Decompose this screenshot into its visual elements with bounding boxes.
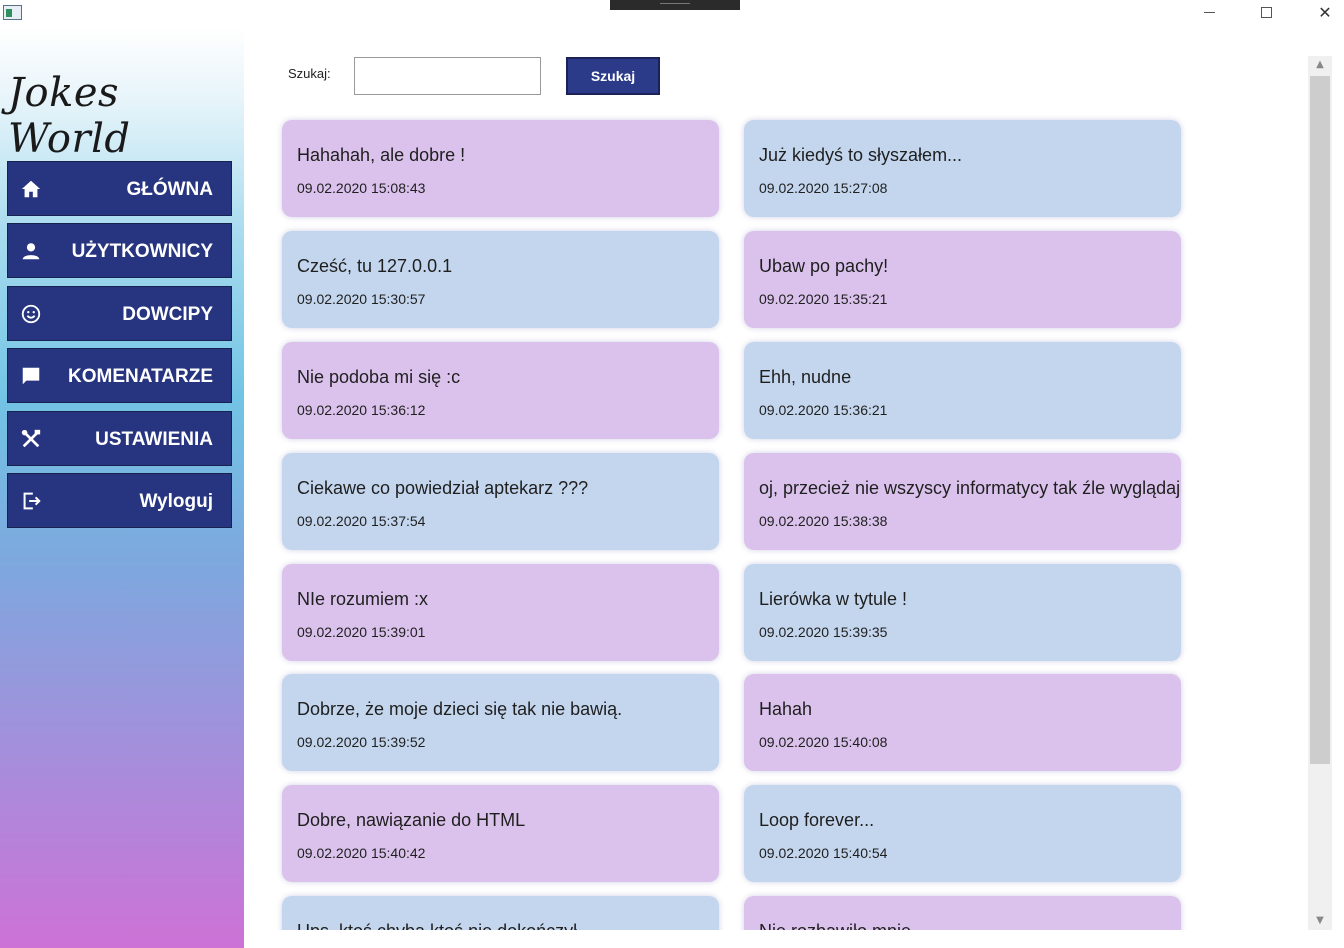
comment-card[interactable]: Cześć, tu 127.0.0.1 09.02.2020 15:30:57 xyxy=(282,231,719,328)
nav-item-komentarze[interactable]: KOMENATARZE xyxy=(7,348,232,403)
comment-text: Ciekawe co powiedział aptekarz ??? xyxy=(297,478,589,498)
comment-card[interactable]: Ciekawe co powiedział aptekarz ??? 09.02… xyxy=(282,453,719,550)
comment-date: 09.02.2020 15:39:35 xyxy=(759,624,888,640)
comment-date: 09.02.2020 15:08:43 xyxy=(297,180,426,196)
title-bar: ✕ xyxy=(0,0,1344,28)
minimize-icon xyxy=(1204,12,1215,13)
nav-item-uzytkownicy[interactable]: UŻYTKOWNICY xyxy=(7,223,232,278)
nav-label: KOMENATARZE xyxy=(68,366,213,387)
comment-card[interactable]: Nie rozbawiło mnie xyxy=(744,896,1181,930)
maximize-button[interactable] xyxy=(1244,0,1290,28)
nav-item-dowcipy[interactable]: DOWCIPY xyxy=(7,286,232,341)
comment-date: 09.02.2020 15:37:54 xyxy=(297,513,426,529)
home-icon xyxy=(21,180,41,198)
scroll-thumb[interactable] xyxy=(1310,76,1330,764)
comment-card[interactable]: Hahah 09.02.2020 15:40:08 xyxy=(744,674,1181,771)
smiley-icon xyxy=(21,304,41,324)
nav-item-wyloguj[interactable]: Wyloguj xyxy=(7,473,232,528)
comment-text: Hahah xyxy=(759,699,813,719)
comment-date: 09.02.2020 15:40:08 xyxy=(759,734,888,750)
comment-card[interactable]: Ubaw po pachy! 09.02.2020 15:35:21 xyxy=(744,231,1181,328)
comment-card[interactable]: Lierówka w tytule ! 09.02.2020 15:39:35 xyxy=(744,564,1181,661)
comment-card[interactable]: Nie podoba mi się :c 09.02.2020 15:36:12 xyxy=(282,342,719,439)
comment-text: NIe rozumiem :x xyxy=(297,589,429,609)
scroll-down-icon[interactable]: ▼ xyxy=(1308,912,1332,930)
nav-label: USTAWIENIA xyxy=(95,429,213,450)
comment-text: Lierówka w tytule ! xyxy=(759,589,908,609)
comment-text: Już kiedyś to słyszałem... xyxy=(759,145,963,165)
comment-text: Hahahah, ale dobre ! xyxy=(297,145,466,165)
search-label: Szukaj: xyxy=(288,66,331,81)
comment-date: 09.02.2020 15:38:38 xyxy=(759,513,888,529)
search-button[interactable]: Szukaj xyxy=(566,57,660,95)
comment-text: Dobre, nawiązanie do HTML xyxy=(297,810,526,830)
comment-text: Loop forever... xyxy=(759,810,875,830)
scroll-up-icon[interactable]: ▲ xyxy=(1308,56,1332,74)
comment-text: Nie podoba mi się :c xyxy=(297,367,461,387)
nav-label: DOWCIPY xyxy=(122,304,213,325)
comment-text: Dobrze, że moje dzieci się tak nie bawią… xyxy=(297,699,623,719)
comment-text: Ehh, nudne xyxy=(759,367,852,387)
comment-card[interactable]: Dobre, nawiązanie do HTML 09.02.2020 15:… xyxy=(282,785,719,882)
comment-text: oj, przecież nie wszyscy informatycy tak… xyxy=(759,478,1181,498)
nav-label: Wyloguj xyxy=(139,491,213,512)
comment-card[interactable]: Loop forever... 09.02.2020 15:40:54 xyxy=(744,785,1181,882)
comment-text: Ubaw po pachy! xyxy=(759,256,889,276)
comment-card[interactable]: Dobrze, że moje dzieci się tak nie bawią… xyxy=(282,674,719,771)
nav-label: UŻYTKOWNICY xyxy=(71,241,213,262)
comment-date: 09.02.2020 15:36:21 xyxy=(759,402,888,418)
comment-card[interactable]: Ehh, nudne 09.02.2020 15:36:21 xyxy=(744,342,1181,439)
nav-item-ustawienia[interactable]: USTAWIENIA xyxy=(7,411,232,466)
maximize-icon xyxy=(1261,7,1272,18)
comment-date: 09.02.2020 15:40:54 xyxy=(759,845,888,861)
nav-item-glowna[interactable]: GŁÓWNA xyxy=(7,161,232,216)
comments-list: Hahahah, ale dobre ! 09.02.2020 15:08:43… xyxy=(244,100,1308,930)
comment-card[interactable]: NIe rozumiem :x 09.02.2020 15:39:01 xyxy=(282,564,719,661)
comment-date: 09.02.2020 15:39:52 xyxy=(297,734,426,750)
comment-date: 09.02.2020 15:40:42 xyxy=(297,845,426,861)
tools-icon xyxy=(21,429,41,448)
comment-date: 09.02.2020 15:30:57 xyxy=(297,291,426,307)
close-button[interactable]: ✕ xyxy=(1302,0,1344,28)
search-input[interactable] xyxy=(354,57,541,95)
comment-date: 09.02.2020 15:36:12 xyxy=(297,402,426,418)
comment-text: Ups, ktoś chyba ktoś nie dokończył xyxy=(297,921,577,930)
user-icon xyxy=(22,243,40,260)
comment-card[interactable]: Już kiedyś to słyszałem... 09.02.2020 15… xyxy=(744,120,1181,217)
comment-text: Cześć, tu 127.0.0.1 xyxy=(297,256,453,276)
sidebar: Jokes World GŁÓWNA UŻYTKOWNICY DOWCIPY K… xyxy=(0,28,244,948)
comment-icon xyxy=(22,367,40,385)
comment-card[interactable]: Hahahah, ale dobre ! 09.02.2020 15:08:43 xyxy=(282,120,719,217)
comment-date: 09.02.2020 15:27:08 xyxy=(759,180,888,196)
minimize-button[interactable] xyxy=(1186,0,1232,28)
comment-card[interactable]: oj, przecież nie wszyscy informatycy tak… xyxy=(744,453,1181,550)
comment-date: 09.02.2020 15:39:01 xyxy=(297,624,426,640)
vertical-scrollbar[interactable]: ▲ ▼ xyxy=(1308,56,1332,930)
logout-icon xyxy=(23,492,41,510)
close-icon: ✕ xyxy=(1318,3,1332,22)
comment-date: 09.02.2020 15:35:21 xyxy=(759,291,888,307)
app-icon xyxy=(3,5,22,20)
comment-card[interactable]: Ups, ktoś chyba ktoś nie dokończył xyxy=(282,896,719,930)
drag-handle[interactable] xyxy=(610,0,740,10)
nav-label: GŁÓWNA xyxy=(126,179,213,200)
app-logo: Jokes World xyxy=(8,70,131,162)
comment-text: Nie rozbawiło mnie xyxy=(759,921,911,930)
